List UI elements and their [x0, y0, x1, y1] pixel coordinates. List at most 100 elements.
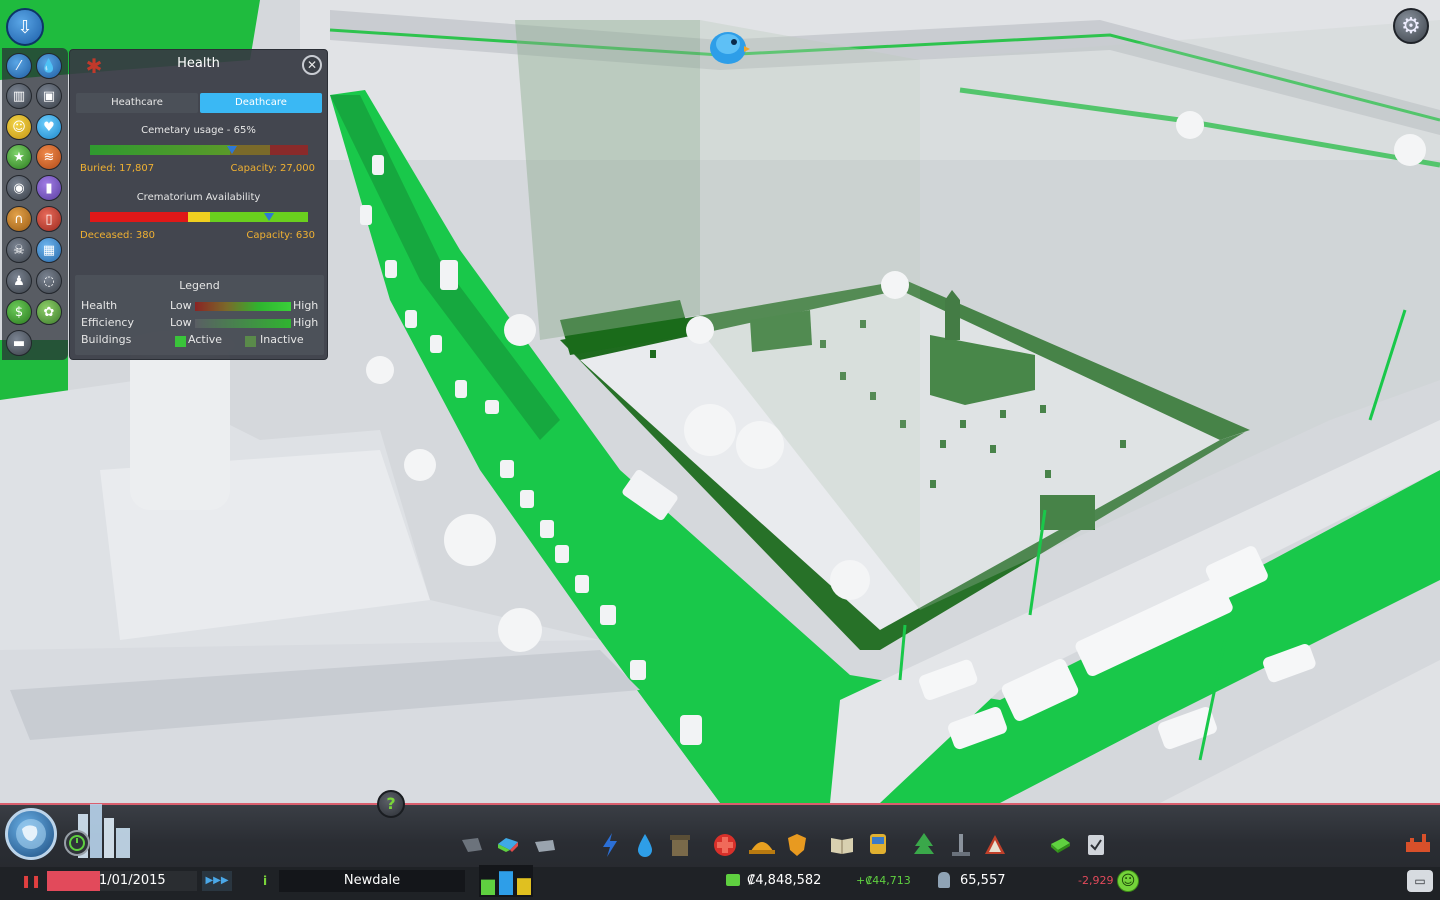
crime-icon[interactable]: ☠ [6, 237, 32, 263]
education-tool-icon[interactable] [828, 831, 856, 859]
info-button[interactable]: i [258, 871, 272, 891]
transport-icon[interactable]: ∩ [6, 206, 32, 232]
legend-health-high: High [293, 299, 319, 312]
buried-count: Buried: 17,807 [80, 163, 155, 174]
legend-efficiency-low: Low [170, 316, 192, 329]
gear-icon: ⚙ [1401, 13, 1421, 39]
electricity-icon[interactable]: ⁄ [6, 53, 32, 79]
beautification-tool-icon[interactable] [910, 831, 938, 859]
tab-healthcare[interactable]: Heathcare [76, 93, 198, 113]
traffic-icon[interactable]: ▬ [6, 330, 32, 356]
wind-icon[interactable]: ◌ [36, 268, 62, 294]
city-name-field[interactable]: Newdale [279, 870, 465, 892]
panel-title: Health [177, 56, 220, 71]
help-button[interactable]: ? [377, 790, 405, 818]
pause-icon: ❚❚ [20, 874, 42, 888]
landvalue-icon[interactable]: ▣ [36, 83, 62, 109]
public-transport-tool-icon[interactable] [864, 831, 892, 859]
public-transport-icon[interactable]: ▦ [36, 237, 62, 263]
education-icon[interactable]: ▮ [36, 175, 62, 201]
crematorium-availability-bar [90, 212, 308, 222]
police-tool-icon[interactable] [783, 831, 811, 859]
health-icon[interactable]: ♥ [36, 114, 62, 140]
factory-icon [1406, 834, 1430, 852]
unique-buildings-button[interactable] [1404, 832, 1432, 854]
population-icon [938, 872, 950, 888]
commercial-demand-bar [499, 871, 513, 895]
firedepartment-tool-icon[interactable] [748, 831, 776, 859]
milestones-button[interactable] [64, 830, 90, 856]
chirper-bird-icon[interactable] [706, 26, 750, 68]
population-change: -2,929 [1078, 874, 1114, 887]
weekly-income: +₡44,713 [856, 874, 911, 887]
legend-efficiency-gradient [195, 319, 291, 328]
legend-health-label: Health [81, 299, 118, 312]
policies-tool-icon[interactable] [1082, 831, 1110, 859]
legend-efficiency-label: Efficiency [81, 316, 134, 329]
speed-button[interactable]: ▶▶▶ [202, 871, 232, 891]
deceased-count: Deceased: 380 [80, 230, 155, 241]
fire-icon[interactable]: ▯ [36, 206, 62, 232]
happiness-smiley-icon[interactable]: ☺ [1117, 870, 1139, 892]
cemetery-capacity: Capacity: 27,000 [230, 163, 315, 174]
monuments-tool-icon[interactable] [947, 831, 975, 859]
water-icon[interactable]: 💧 [36, 53, 62, 79]
legend-active-swatch [175, 336, 186, 347]
money-tool-icon[interactable] [1046, 831, 1074, 859]
crematorium-label: Crematorium Availability [136, 192, 261, 203]
happiness-icon[interactable]: ☺ [6, 114, 32, 140]
police-icon[interactable]: ◉ [6, 175, 32, 201]
garbage-icon[interactable]: ▥ [6, 83, 32, 109]
health-info-panel: ✱ Health ✕ Heathcare Deathcare Cemetary … [69, 49, 328, 360]
city-skyline-icon [78, 804, 130, 858]
free-camera-button[interactable]: ▭ [1407, 870, 1433, 892]
globe-icon [16, 819, 46, 849]
settings-button[interactable]: ⚙ [1393, 8, 1429, 44]
zoning-icon[interactable] [494, 831, 522, 859]
cemetery-usage-marker [226, 146, 237, 154]
rci-demand-meter[interactable] [479, 865, 533, 897]
legend-health-low: Low [170, 299, 192, 312]
natural-resources-icon[interactable]: ✿ [36, 299, 62, 325]
crematorium-availability-marker [263, 213, 274, 221]
legend-active-label: Active [188, 333, 223, 346]
crematorium-capacity: Capacity: 630 [246, 230, 315, 241]
noise-icon[interactable]: ≋ [36, 144, 62, 170]
legend-inactive-swatch [245, 336, 256, 347]
population-icon[interactable]: ♟ [6, 268, 32, 294]
panel-header[interactable]: ✱ Health ✕ [70, 50, 327, 80]
question-icon: ? [386, 794, 396, 813]
camera-icon: ▭ [1414, 874, 1426, 888]
districts-icon[interactable] [531, 831, 559, 859]
industrial-demand-bar [517, 878, 531, 895]
game-date: 1/01/2015 [99, 873, 166, 888]
money-balance[interactable]: ₡4,848,582 [747, 871, 821, 891]
main-menu-button[interactable]: ⇩ [6, 8, 44, 46]
cemetery-usage-label: Cemetary usage - 65% [141, 125, 256, 136]
population-count: 65,557 [960, 873, 1006, 888]
wonders-tool-icon[interactable] [981, 831, 1009, 859]
tab-deathcare[interactable]: Deathcare [200, 93, 322, 113]
water-tool-icon[interactable] [631, 831, 659, 859]
garbage-tool-icon[interactable] [666, 831, 694, 859]
cemetery-usage-bar [90, 145, 308, 155]
healthcare-tool-icon[interactable] [711, 831, 739, 859]
legend: Legend Health Low High Efficiency Low Hi… [75, 275, 324, 355]
speed-icon: ▶▶▶ [205, 875, 229, 886]
legend-inactive-label: Inactive [260, 333, 304, 346]
legend-efficiency-high: High [293, 316, 319, 329]
attractiveness-icon[interactable]: ★ [6, 144, 32, 170]
roads-icon[interactable] [458, 831, 486, 859]
menu-arrow-icon: ⇩ [17, 16, 33, 38]
close-icon: ✕ [306, 58, 318, 72]
info-views-panel: ⁄ 💧 ▥ ▣ ☺ ♥ ★ ≋ ◉ ▮ ∩ ▯ ☠ ▦ ♟ ◌ $ ✿ ▬ [2, 48, 68, 360]
globe-button[interactable] [5, 808, 57, 860]
close-button[interactable]: ✕ [302, 55, 322, 75]
pause-button[interactable]: ❚❚ [18, 870, 44, 892]
legend-title: Legend [179, 279, 220, 292]
money-icon [726, 874, 740, 886]
date-progress-fill [47, 871, 100, 891]
residential-demand-bar [481, 879, 495, 895]
electricity-tool-icon[interactable] [596, 831, 624, 859]
money-icon[interactable]: $ [6, 299, 32, 325]
